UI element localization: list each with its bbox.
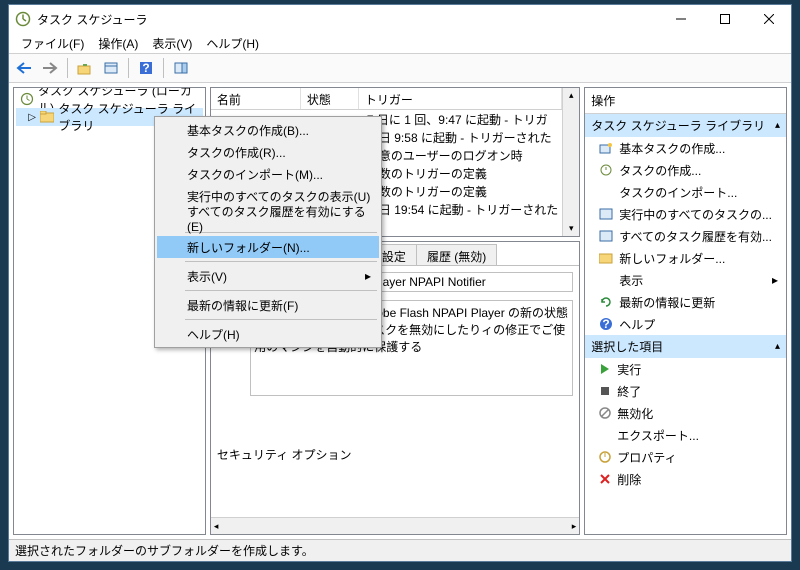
up-button[interactable]	[74, 57, 96, 79]
action-new-folder[interactable]: 新しいフォルダー...	[585, 247, 786, 269]
action-properties[interactable]: プロパティ	[585, 446, 786, 468]
app-icon	[15, 11, 31, 27]
ctx-separator	[185, 261, 377, 262]
col-name[interactable]: 名前	[211, 88, 301, 109]
body: タスク スケジューラ (ローカル) ▷ タスク スケジューラ ライブラリ 名前 …	[9, 83, 791, 539]
action-disable[interactable]: 無効化	[585, 402, 786, 424]
ctx-create-task[interactable]: タスクの作成(R)...	[157, 141, 379, 163]
folder-add-icon	[599, 252, 613, 264]
detail-h-scrollbar[interactable]: ◂▸	[211, 517, 579, 534]
play-icon	[599, 363, 611, 375]
action-running-tasks[interactable]: 実行中のすべてのタスクの...	[585, 203, 786, 225]
action-create-basic-task[interactable]: 基本タスクの作成...	[585, 137, 786, 159]
action-export[interactable]: エクスポート...	[585, 424, 786, 446]
ctx-import-task[interactable]: タスクのインポート(M)...	[157, 163, 379, 185]
titlebar: タスク スケジューラ	[9, 5, 791, 33]
clock-icon	[20, 92, 34, 106]
action-delete[interactable]: 削除	[585, 468, 786, 490]
menubar: ファイル(F) 操作(A) 表示(V) ヘルプ(H)	[9, 33, 791, 53]
ctx-enable-history[interactable]: すべてのタスク履歴を有効にする(E)	[157, 207, 379, 229]
task-row[interactable]: 任意のユーザーのログオン時	[361, 146, 562, 164]
tree-expand-icon[interactable]: ▷	[28, 112, 36, 123]
folder-icon	[40, 111, 54, 123]
task-list: 7 日に 1 回、9:47 に起動 - トリガ 毎日 9:58 に起動 - トリ…	[361, 110, 562, 218]
action-run[interactable]: 実行	[585, 358, 786, 380]
actions-pane: 操作 タスク スケジューラ ライブラリ▴ 基本タスクの作成... タスクの作成.…	[584, 87, 787, 535]
submenu-arrow-icon: ▸	[772, 273, 778, 287]
action-import-task[interactable]: タスクのインポート...	[585, 181, 786, 203]
action-end[interactable]: 終了	[585, 380, 786, 402]
wand-icon	[599, 141, 613, 155]
list-icon	[599, 207, 613, 221]
actions-pane-button[interactable]	[170, 57, 192, 79]
actions-section-library[interactable]: タスク スケジューラ ライブラリ▴	[585, 114, 786, 137]
task-list-header: 名前 状態 トリガー	[211, 88, 562, 110]
menu-file[interactable]: ファイル(F)	[15, 33, 90, 54]
delete-icon	[599, 473, 611, 485]
task-icon	[599, 163, 613, 177]
collapse-icon: ▴	[775, 341, 780, 352]
context-menu: 基本タスクの作成(B)... タスクの作成(R)... タスクのインポート(M)…	[154, 116, 382, 348]
task-row[interactable]: 複数のトリガーの定義	[361, 164, 562, 182]
help-icon: ?	[599, 317, 613, 331]
menu-view[interactable]: 表示(V)	[146, 33, 198, 54]
window-title: タスク スケジューラ	[37, 11, 148, 28]
history-icon	[599, 229, 613, 243]
submenu-arrow-icon: ▸	[365, 269, 371, 283]
task-row[interactable]: 毎日 19:54 に起動 - トリガーされた	[361, 200, 562, 218]
action-enable-history[interactable]: すべてのタスク履歴を有効...	[585, 225, 786, 247]
svg-text:?: ?	[142, 61, 149, 75]
status-text: 選択されたフォルダーのサブフォルダーを作成します。	[15, 542, 314, 559]
task-name-field: Player NPAPI Notifier	[367, 272, 573, 292]
action-view[interactable]: 表示▸	[585, 269, 786, 291]
ctx-help[interactable]: ヘルプ(H)	[157, 323, 379, 345]
tab-history[interactable]: 履歴 (無効)	[416, 244, 497, 265]
label-security: セキュリティ オプション	[217, 446, 573, 463]
menu-help[interactable]: ヘルプ(H)	[200, 33, 265, 54]
actions-section-selected[interactable]: 選択した項目▴	[585, 335, 786, 358]
ctx-separator	[185, 319, 377, 320]
action-refresh[interactable]: 最新の情報に更新	[585, 291, 786, 313]
toolbar: ?	[9, 53, 791, 83]
list-scrollbar[interactable]: ▴▾	[562, 88, 579, 236]
collapse-icon: ▴	[775, 120, 780, 131]
help-button[interactable]: ?	[135, 57, 157, 79]
ctx-create-basic-task[interactable]: 基本タスクの作成(B)...	[157, 119, 379, 141]
minimize-button[interactable]	[659, 5, 703, 33]
statusbar: 選択されたフォルダーのサブフォルダーを作成します。	[9, 539, 791, 561]
ctx-refresh[interactable]: 最新の情報に更新(F)	[157, 294, 379, 316]
action-create-task[interactable]: タスクの作成...	[585, 159, 786, 181]
maximize-button[interactable]	[703, 5, 747, 33]
ctx-new-folder[interactable]: 新しいフォルダー(N)...	[157, 236, 379, 258]
action-help[interactable]: ?ヘルプ	[585, 313, 786, 335]
menu-action[interactable]: 操作(A)	[92, 33, 144, 54]
forward-button[interactable]	[39, 57, 61, 79]
col-state[interactable]: 状態	[301, 88, 359, 109]
task-row[interactable]: 毎日 9:58 に起動 - トリガーされた	[361, 128, 562, 146]
col-trigger[interactable]: トリガー	[359, 88, 562, 109]
close-button[interactable]	[747, 5, 791, 33]
properties-icon	[599, 451, 611, 463]
task-scheduler-window: タスク スケジューラ ファイル(F) 操作(A) 表示(V) ヘルプ(H) ? …	[8, 4, 792, 562]
properties-button[interactable]	[100, 57, 122, 79]
actions-header: 操作	[585, 88, 786, 114]
disable-icon	[599, 407, 611, 419]
task-row[interactable]: 7 日に 1 回、9:47 に起動 - トリガ	[361, 110, 562, 128]
refresh-icon	[599, 295, 613, 309]
task-row[interactable]: 複数のトリガーの定義	[361, 182, 562, 200]
ctx-view[interactable]: 表示(V)▸	[157, 265, 379, 287]
back-button[interactable]	[13, 57, 35, 79]
stop-icon	[599, 385, 611, 397]
svg-text:?: ?	[603, 317, 610, 331]
ctx-separator	[185, 290, 377, 291]
